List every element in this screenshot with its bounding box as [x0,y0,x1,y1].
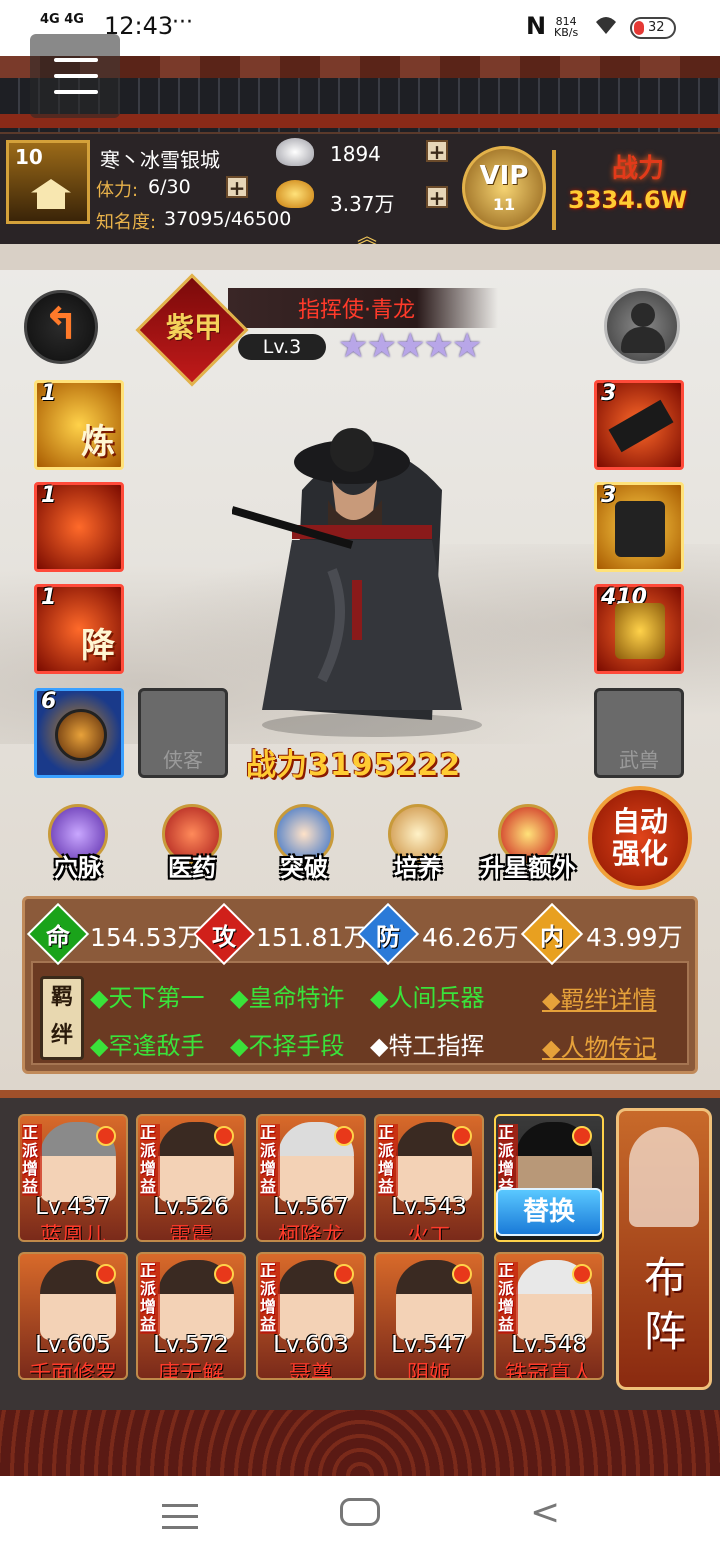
divider [552,150,556,230]
team-member-card[interactable]: 正派增益 Lv.437 蓝凰儿 [18,1114,128,1242]
hero-portrait-button[interactable] [604,288,680,364]
player-name: 寒丶冰雪银城 [100,148,220,172]
bond-item: ◆天下第一 [90,984,205,1012]
bond-item: ◆皇命特许 [230,984,345,1012]
hp-icon-label: 命 [46,923,70,951]
chevron-up-icon[interactable]: ︽ [350,220,384,248]
stamina-value: 6/30 [148,176,191,198]
fame-label: 知名度: [96,212,157,233]
gold-icon [276,180,314,208]
back-arrow-icon[interactable]: ↰ [24,290,98,364]
back-icon[interactable]: < [530,1492,560,1533]
hero-title: 指挥使·青龙 [298,298,415,323]
formation-art [629,1127,699,1227]
gold-amount: 3.37万 [330,192,395,216]
orb-slot[interactable]: 6 [34,688,124,778]
hero-power: 战力3195222 [246,748,462,783]
armor-icon [615,501,665,557]
acupoint-button[interactable]: 穴脉 [36,800,120,884]
inner-power-icon-label: 内 [540,923,564,951]
breakthrough-button[interactable]: 突破 [262,800,346,884]
attack-icon-label: 攻 [212,923,236,951]
weapon-slot[interactable]: 3 [594,380,684,470]
team-member-card[interactable]: 正派增益 Lv.543 火工 [374,1114,484,1242]
bond-item: ◆人间兵器 [370,984,485,1012]
cultivate-button[interactable]: 培养 [376,800,460,884]
attack-value: 151.81万 [256,923,369,952]
player-level: 10 [15,145,43,169]
subdue-slot[interactable]: 1降 [34,584,124,674]
wifi-icon [596,17,616,34]
silver-icon [276,138,314,166]
defense-value: 46.26万 [422,923,519,952]
vip-badge[interactable]: VIP 11 [462,146,546,230]
bond-item: ◆不择手段 [230,1032,345,1060]
signal-indicator: 4G 4G [40,12,84,27]
team-member-card[interactable]: 正派增益 Lv.572 唐无解 [136,1252,246,1380]
auto-strengthen-button[interactable]: 自动 强化 [588,786,692,890]
recents-icon[interactable] [162,1504,198,1530]
team-member-card[interactable]: Lv.605 千面修罗 [18,1252,128,1380]
total-power-value: 3334.6W [568,186,688,214]
star-up-button[interactable]: 升星额外 [480,800,576,884]
team-member-card[interactable]: Lv.547 阴姬 [374,1252,484,1380]
team-member-card[interactable]: 正派增益 Lv.526 雷震 [136,1114,246,1242]
fame-value: 37095/46500 [164,208,292,230]
house-icon [31,179,71,209]
total-power-label: 战力 [612,154,665,184]
hp-value: 154.53万 [90,923,203,952]
menu-button[interactable] [30,34,120,118]
bond-tag: 羁绊 [40,976,84,1060]
biography-link[interactable]: ◆人物传记 [542,1028,656,1063]
hero-level: Lv.3 [238,334,326,360]
bond-item-inactive: ◆特工指挥 [370,1032,485,1060]
add-stamina-button[interactable]: + [226,176,248,198]
notification-dots: ··· [172,10,193,35]
silver-amount: 1894 [330,142,381,166]
team-member-card[interactable]: 正派增益 Lv.603 聂尊 [256,1252,366,1380]
defense-icon-label: 防 [376,923,400,951]
roof-tiles [0,1410,720,1476]
add-silver-button[interactable]: + [426,140,448,162]
rank-label: 紫甲 [165,311,222,344]
medicine-button[interactable]: 医药 [150,800,234,884]
replace-button[interactable]: 替换 [496,1188,602,1236]
token-icon [615,603,665,659]
token-slot[interactable]: 410 [594,584,684,674]
player-avatar[interactable]: 10 [6,140,90,224]
skill-slot[interactable]: 1 [34,482,124,572]
orb-icon [55,709,107,761]
team-member-card[interactable]: 正派增益 Lv.567 柯降龙 [256,1114,366,1242]
inner-power-value: 43.99万 [586,923,683,952]
bond-item: ◆罕逢敌手 [90,1032,205,1060]
sword-icon [608,399,674,453]
stamina-label: 体力: [96,180,139,201]
team-member-card[interactable]: 正派增益 Lv.548 铁冠真人 [494,1252,604,1380]
beast-slot[interactable]: 武兽 [594,688,684,778]
battery-icon: 32 [630,17,676,39]
add-gold-button[interactable]: + [426,186,448,208]
system-nav-bar: < [0,1476,720,1560]
star-rating: ★★★★★ [338,326,482,366]
bond-detail-link[interactable]: ◆羁绊详情 [542,980,656,1015]
swordsman-slot[interactable]: 侠客 [138,688,228,778]
nfc-icon: N [526,12,547,40]
formation-button[interactable]: 布阵 [616,1108,712,1390]
home-icon[interactable] [340,1498,380,1526]
hero-character[interactable] [232,420,512,740]
armor-slot[interactable]: 3 [594,482,684,572]
net-speed: 814 KB/s [554,15,579,39]
refine-slot[interactable]: 1炼 [34,380,124,470]
